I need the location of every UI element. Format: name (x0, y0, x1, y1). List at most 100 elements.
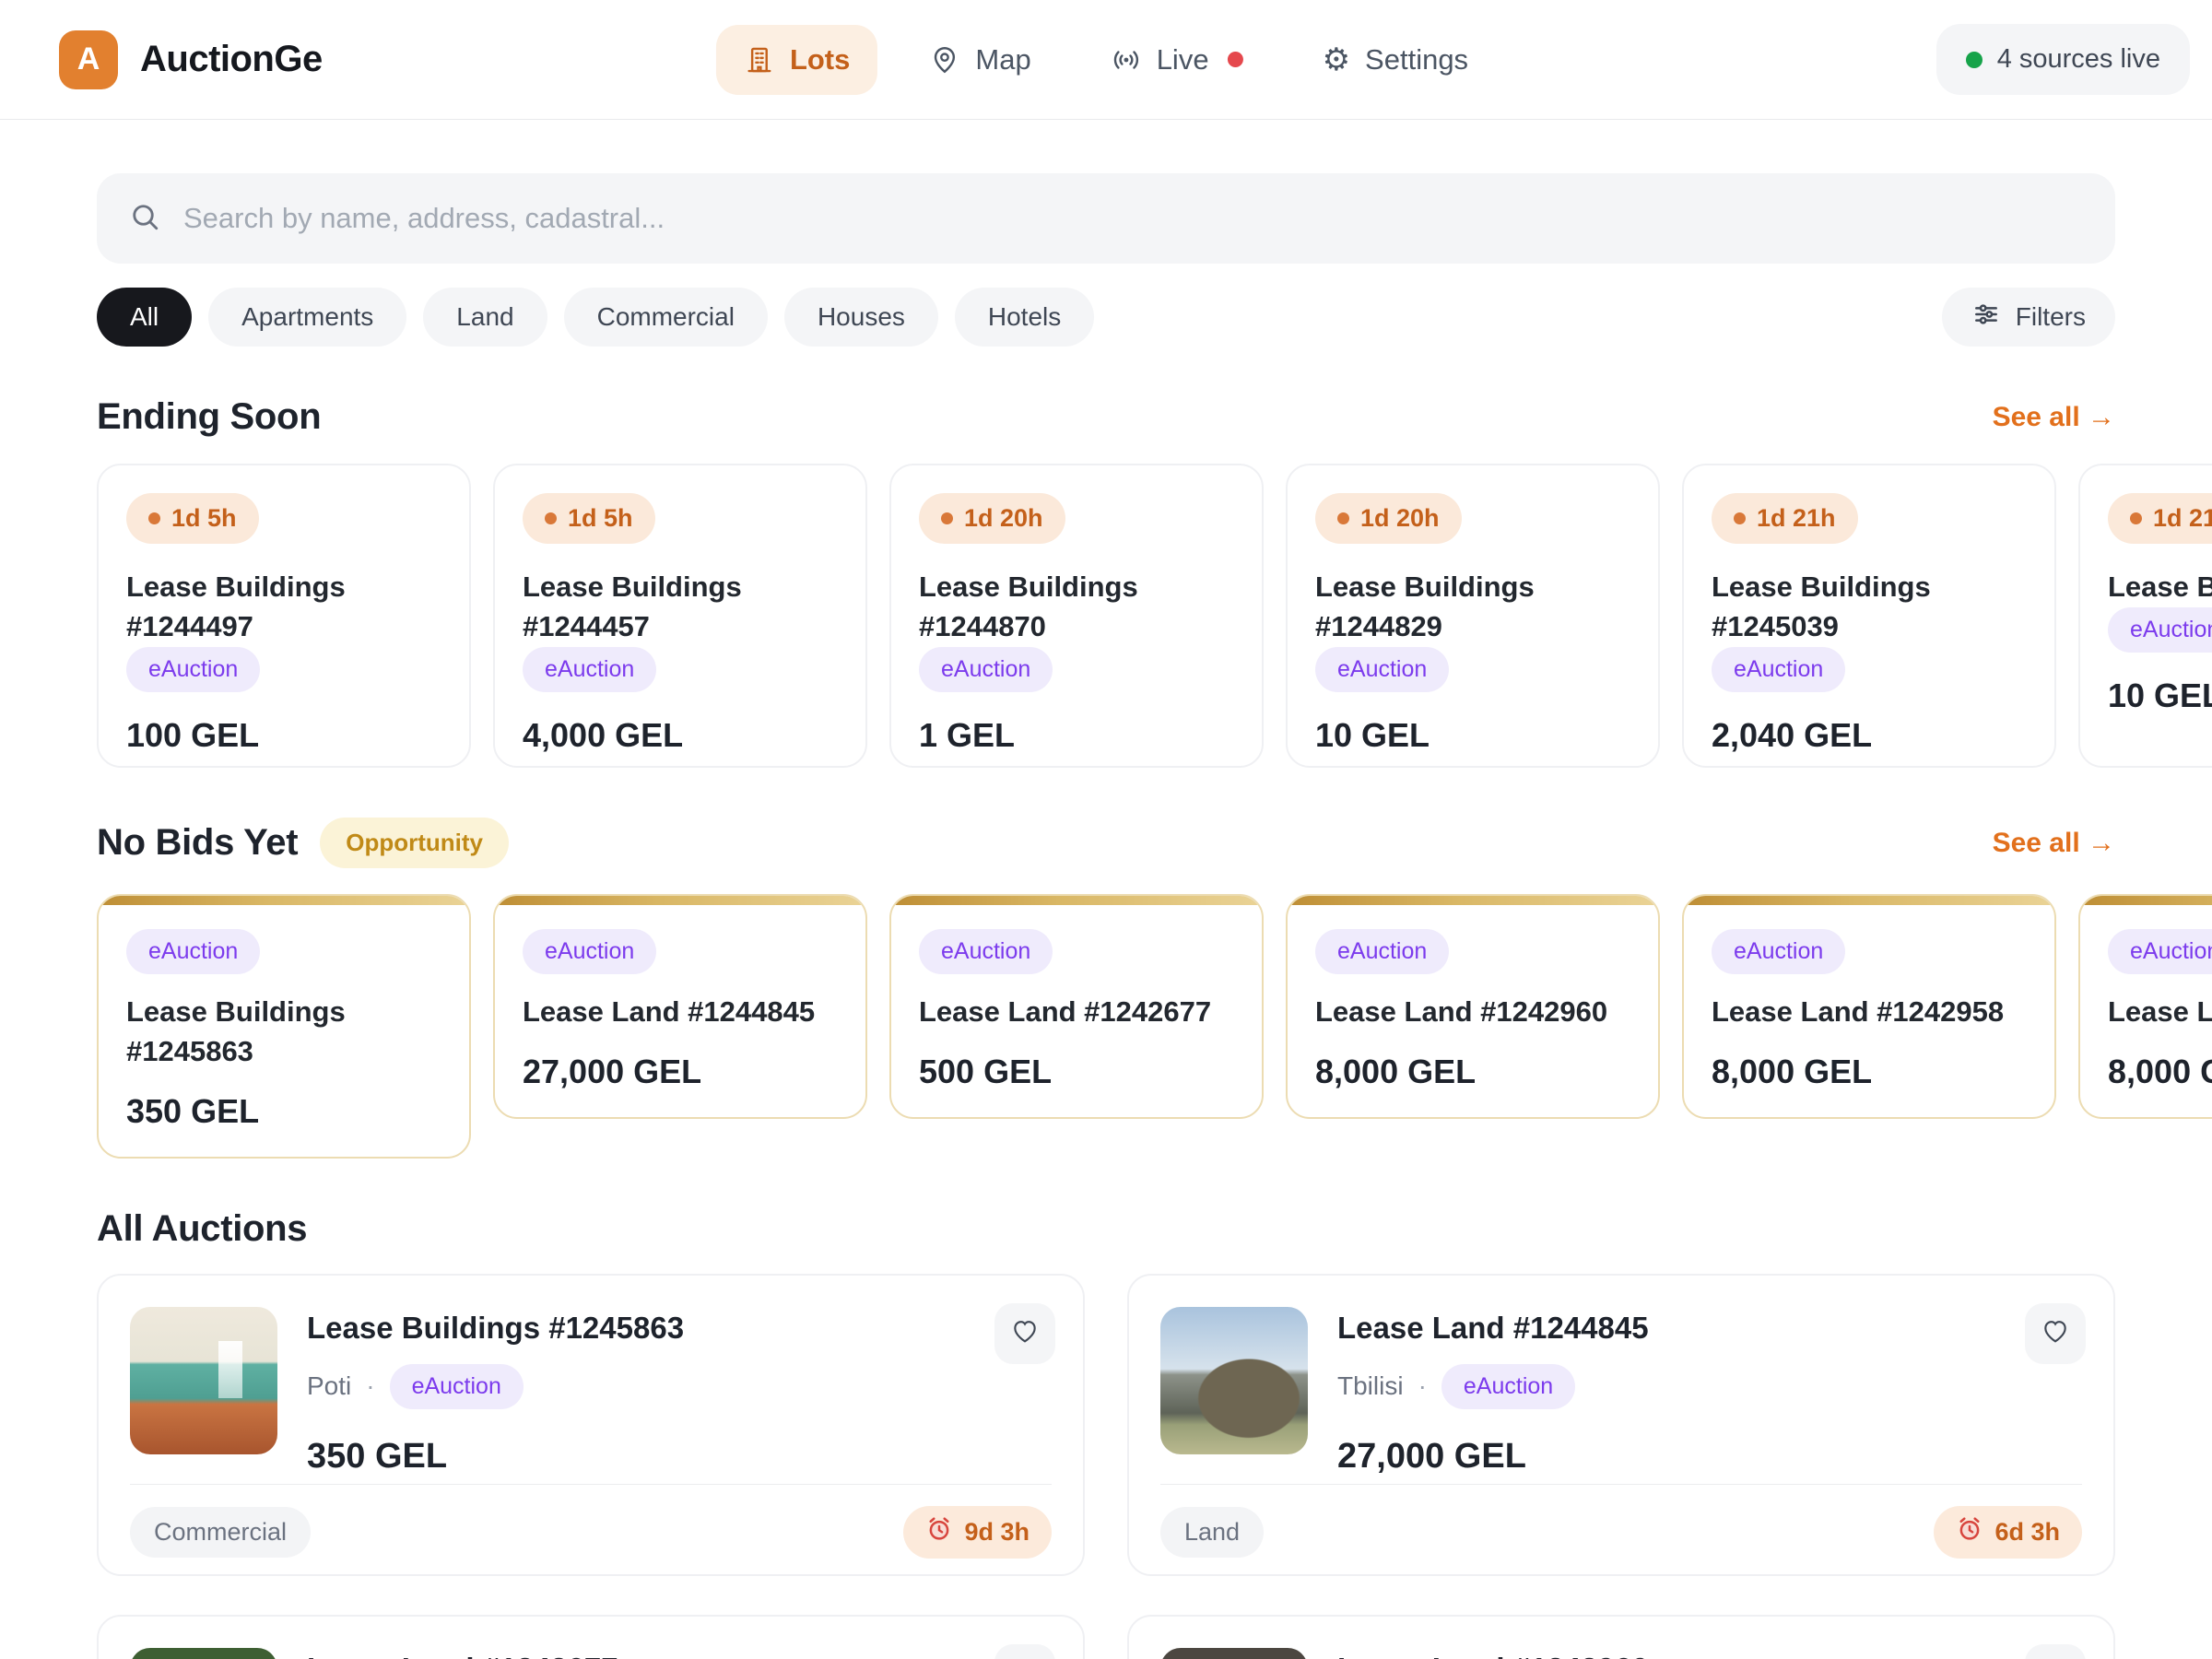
lot-title: Lease Land #1244845 (523, 993, 838, 1032)
search-icon (128, 200, 161, 238)
time-left-badge: 1d 5h (523, 493, 655, 544)
chip-houses[interactable]: Houses (784, 288, 938, 347)
lot-price: 10 GEL (2108, 677, 2212, 715)
lot-price: 4,000 GEL (523, 716, 838, 755)
favorite-button[interactable] (994, 1303, 1055, 1364)
auction-card[interactable]: Lease Land #1242677 eAuction (97, 1615, 1085, 1659)
time-left-label: 9d 3h (964, 1518, 1030, 1547)
auction-card[interactable]: 1d 5h Lease Buildings #1244497 eAuction … (97, 464, 471, 768)
lot-title: Lease Buildings #1245863 (307, 1311, 972, 1346)
auction-card[interactable]: eAuction Lease Land #1242 8,000 GEL (2078, 894, 2212, 1119)
lot-price: 27,000 GEL (1337, 1437, 2003, 1477)
eauction-badge: eAuction (919, 647, 1053, 692)
main-content: All Apartments Land Commercial Houses Ho… (0, 173, 2212, 1659)
green-status-dot-icon (1966, 52, 1983, 68)
lot-location: Tbilisi (1337, 1371, 1404, 1401)
card-divider (130, 1484, 1052, 1485)
auction-card[interactable]: 1d 5h Lease Buildings #1244457 eAuction … (493, 464, 867, 768)
lot-title: Lease Land #1244845 (1337, 1311, 2003, 1346)
auction-card[interactable]: 1d 20h Lease Buildings #1244829 eAuction… (1286, 464, 1660, 768)
auction-card[interactable]: eAuction Lease Land #1242958 8,000 GEL (1682, 894, 2056, 1119)
lot-price: 8,000 GEL (1315, 1053, 1630, 1091)
nav-lots[interactable]: Lots (716, 25, 877, 95)
card-divider (1160, 1484, 2082, 1485)
chip-hotels[interactable]: Hotels (955, 288, 1094, 347)
filters-label: Filters (2016, 302, 2086, 332)
all-auctions-header: All Auctions (97, 1208, 2115, 1250)
nav-live-label: Live (1157, 43, 1209, 76)
lot-title: Lease Buildings #1245039 (1712, 568, 2027, 647)
time-left-label: 1d 21h (1757, 504, 1836, 533)
eauction-badge: eAuction (1315, 929, 1449, 974)
orange-dot-icon (1337, 512, 1349, 524)
search-input[interactable] (182, 201, 2084, 236)
auction-card[interactable]: eAuction Lease Land #1244845 27,000 GEL (493, 894, 867, 1119)
auction-card[interactable]: 1d 20h Lease Buildings #1244870 eAuction… (889, 464, 1264, 768)
card-footer: Commercial 9d 3h (130, 1506, 1052, 1559)
lot-title: Lease Land #1242960 (1315, 993, 1630, 1032)
eauction-badge: eAuction (1712, 929, 1845, 974)
app-title: AuctionGe (140, 39, 323, 80)
lot-price: 350 GEL (307, 1437, 972, 1477)
lot-photo (130, 1648, 277, 1659)
sliders-icon (1971, 300, 2001, 335)
nav-lots-label: Lots (790, 43, 850, 76)
heart-icon (1010, 1316, 1040, 1350)
favorite-button[interactable] (2025, 1303, 2086, 1364)
opportunity-badge: Opportunity (320, 818, 509, 868)
auction-card[interactable]: Lease Land #1242960 eAuction (1127, 1615, 2115, 1659)
eauction-badge: eAuction (2108, 929, 2212, 974)
chip-commercial[interactable]: Commercial (564, 288, 768, 347)
nav-settings[interactable]: ⚙ Settings (1295, 25, 1497, 95)
map-pin-icon (929, 44, 960, 76)
lot-title: Lease Land #1242958 (1712, 993, 2027, 1032)
main-nav: Lots Map Li (716, 25, 1496, 95)
lot-price: 10 GEL (1315, 716, 1630, 755)
eauction-badge: eAuction (126, 929, 260, 974)
time-left-badge: 1d 20h (1315, 493, 1462, 544)
lot-title: Lease Land #1242960 (1337, 1652, 2003, 1659)
lot-title: Lease Buildings #1244870 (919, 568, 1234, 647)
nav-map[interactable]: Map (901, 25, 1058, 95)
auction-card[interactable]: eAuction Lease Buildings #1245863 350 GE… (97, 894, 471, 1159)
orange-dot-icon (1734, 512, 1746, 524)
lot-photo (1160, 1307, 1308, 1454)
lot-title: Lease Land #1242677 (307, 1652, 972, 1659)
auction-card[interactable]: Lease Buildings #1245863 Poti · eAuction… (97, 1274, 1085, 1576)
see-all-ending-soon[interactable]: See all → (1993, 402, 2115, 433)
lot-title: Lease Buildings #1244497 (126, 568, 441, 647)
lot-title: Lease Buildings #1244 (2108, 568, 2212, 607)
search-bar[interactable] (97, 173, 2115, 264)
auction-card[interactable]: 1d 21h Lease Buildings #1245039 eAuction… (1682, 464, 2056, 768)
lot-title: Lease Buildings #1244829 (1315, 568, 1630, 647)
heart-icon (2041, 1316, 2070, 1350)
lot-title: Lease Buildings #1245863 (126, 993, 441, 1072)
chip-all[interactable]: All (97, 288, 192, 347)
time-left-badge: 1d 21h (2108, 493, 2212, 544)
nav-settings-label: Settings (1365, 43, 1468, 76)
dot-separator: · (366, 1371, 374, 1401)
eauction-badge: eAuction (126, 647, 260, 692)
section-title-no-bids: No Bids Yet (97, 822, 298, 864)
ending-soon-header: Ending Soon See all → (97, 396, 2115, 438)
see-all-no-bids[interactable]: See all → (1993, 828, 2115, 859)
nav-live[interactable]: Live (1083, 25, 1271, 95)
location-row: Tbilisi · eAuction (1337, 1364, 2003, 1409)
filters-button[interactable]: Filters (1942, 288, 2115, 347)
chip-land[interactable]: Land (423, 288, 547, 347)
brand[interactable]: A AuctionGe (59, 30, 323, 89)
no-bids-header: No Bids Yet Opportunity See all → (97, 818, 2115, 868)
dot-separator: · (1418, 1371, 1427, 1401)
time-left-badge: 1d 20h (919, 493, 1065, 544)
auction-card[interactable]: 1d 21h Lease Buildings #1244 eAuction 10… (2078, 464, 2212, 768)
auction-card[interactable]: Lease Land #1244845 Tbilisi · eAuction 2… (1127, 1274, 2115, 1576)
favorite-button[interactable] (2025, 1644, 2086, 1659)
favorite-button[interactable] (994, 1644, 1055, 1659)
card-footer: Land 6d 3h (1160, 1506, 2082, 1559)
lot-title: Lease Land #1242677 (919, 993, 1234, 1032)
auction-card[interactable]: eAuction Lease Land #1242677 500 GEL (889, 894, 1264, 1119)
auction-card[interactable]: eAuction Lease Land #1242960 8,000 GEL (1286, 894, 1660, 1119)
orange-dot-icon (148, 512, 160, 524)
chip-apartments[interactable]: Apartments (208, 288, 406, 347)
time-left-label: 1d 5h (568, 504, 633, 533)
